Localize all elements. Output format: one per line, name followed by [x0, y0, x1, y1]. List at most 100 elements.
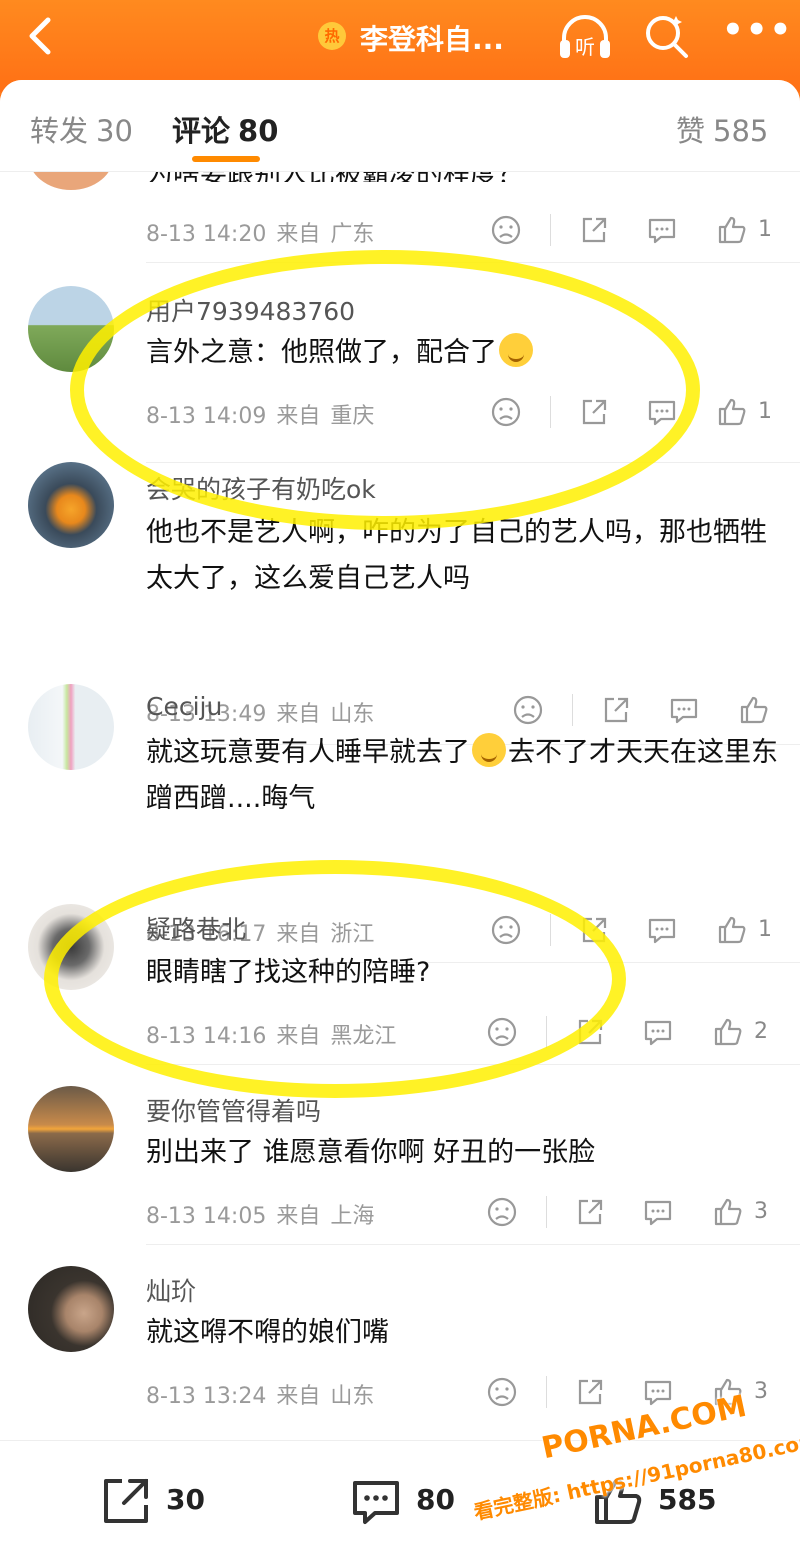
tab-repost[interactable]: 转发 30: [30, 108, 133, 150]
back-icon[interactable]: [20, 14, 60, 58]
like-count: 1: [758, 917, 772, 942]
comment-button[interactable]: 80: [350, 1475, 470, 1531]
comment-text: 就这玩意要有人睡早就去了 去不了才天天在这里东蹭西蹭....晦气: [146, 730, 778, 822]
share-icon[interactable]: [574, 1196, 606, 1228]
like-icon: [595, 1479, 642, 1524]
tab-comment-count: 80: [238, 114, 279, 148]
listen-label: 听: [575, 35, 595, 59]
like-icon[interactable]: [716, 214, 748, 246]
avatar[interactable]: [28, 1086, 114, 1172]
share-icon[interactable]: [578, 914, 610, 946]
comment-icon[interactable]: [646, 396, 678, 428]
tab-repost-count: 30: [96, 114, 133, 148]
avatar[interactable]: [28, 462, 114, 548]
comment-actions: 3: [486, 1196, 786, 1230]
comment-icon: [353, 1481, 399, 1524]
dislike-icon[interactable]: [490, 396, 522, 428]
tab-like-count: 585: [713, 114, 769, 148]
share-icon[interactable]: [578, 214, 610, 246]
tab-comment[interactable]: 评论 80: [172, 108, 278, 150]
comment-meta: 8-13 14:09 来自 重庆: [146, 398, 374, 430]
like-icon[interactable]: [712, 1196, 744, 1228]
comment-username[interactable]: Ceciju: [146, 692, 222, 721]
listen-icon[interactable]: 听: [556, 10, 614, 64]
comment-location: 广东: [330, 222, 375, 247]
share-icon[interactable]: [600, 694, 632, 726]
divider: [146, 262, 800, 263]
avatar[interactable]: [28, 286, 114, 372]
dislike-icon[interactable]: [486, 1016, 518, 1048]
tab-underline: [192, 156, 260, 162]
like-icon[interactable]: [712, 1376, 744, 1408]
page-title[interactable]: 李登科自...: [360, 18, 504, 58]
avatar[interactable]: [28, 684, 114, 770]
comment-text-part: 他也不是艺人啊，咋的为了自己的艺人吗，那也牺牲太大了，这么爱自己艺人吗: [146, 517, 767, 594]
divider: [146, 462, 800, 463]
comment-icon[interactable]: [668, 694, 700, 726]
comment-from: 来自: [276, 222, 321, 247]
comment-icon[interactable]: [642, 1016, 674, 1048]
comment-from: 来自: [276, 922, 321, 947]
more-icon[interactable]: •••: [722, 13, 791, 50]
search-icon[interactable]: [642, 12, 690, 60]
tab-like[interactable]: 赞 585: [676, 108, 768, 150]
comment-from: 来自: [276, 702, 321, 727]
share-icon[interactable]: [574, 1016, 606, 1048]
like-icon[interactable]: [716, 914, 748, 946]
avatar[interactable]: [28, 1266, 114, 1352]
bottom-action-bar: 30 80 585: [0, 1440, 800, 1556]
comment-location: 黑龙江: [330, 1024, 397, 1049]
like-count: 585: [658, 1483, 717, 1516]
comment-from: 来自: [276, 1384, 321, 1409]
tab-comment-label: 评论: [172, 114, 231, 148]
comment-date: 8-13 14:16: [146, 1024, 267, 1049]
divider: [146, 1244, 800, 1245]
tab-like-label: 赞: [676, 114, 706, 148]
comment-actions: 1: [490, 914, 790, 948]
comment-icon[interactable]: [646, 214, 678, 246]
avatar[interactable]: [28, 904, 114, 990]
like-button[interactable]: 585: [592, 1475, 732, 1531]
comment-date: 8-13 13:24: [146, 1384, 267, 1409]
comment-icon[interactable]: [642, 1196, 674, 1228]
share-icon[interactable]: [578, 396, 610, 428]
like-icon[interactable]: [712, 1016, 744, 1048]
hot-icon: 热: [318, 22, 346, 50]
comment-icon[interactable]: [646, 914, 678, 946]
comment-location: 重庆: [330, 404, 375, 429]
comment-text-part: 就这嘚不嘚的娘们嘴: [146, 1317, 389, 1348]
comment-meta: 8-13 14:05 来自 上海: [146, 1198, 374, 1230]
comment-username[interactable]: 会哭的孩子有奶吃ok: [146, 470, 376, 506]
comment-text-part: 眼睛瞎了找这种的陪睡?: [146, 957, 431, 988]
comment-location: 山东: [330, 1384, 375, 1409]
repost-button[interactable]: 30: [100, 1475, 220, 1531]
dislike-icon[interactable]: [490, 914, 522, 946]
dislike-icon[interactable]: [490, 214, 522, 246]
comment-from: 来自: [276, 1024, 321, 1049]
comment-location: 山东: [330, 702, 375, 727]
comment-date: 8-13 14:09: [146, 404, 267, 429]
comment-icon[interactable]: [642, 1376, 674, 1408]
comments-card: 转发30 评论80 赞585 为啥要跟别人比被霸凌的程度？ 8-13 14:20…: [0, 80, 800, 1556]
like-count: 3: [754, 1379, 768, 1404]
comment-meta: 8-13 13:24 来自 山东: [146, 1378, 374, 1410]
like-count: 3: [754, 1199, 768, 1224]
like-icon[interactable]: [716, 396, 748, 428]
divider: [146, 1064, 800, 1065]
dislike-icon[interactable]: [486, 1196, 518, 1228]
like-icon[interactable]: [738, 694, 770, 726]
divider: [550, 214, 551, 246]
like-count: 1: [758, 399, 772, 424]
dislike-icon[interactable]: [486, 1376, 518, 1408]
comment-actions: 1: [490, 396, 790, 430]
comment-username[interactable]: 用户7939483760: [146, 292, 355, 328]
comment-username[interactable]: 疑路巷北: [146, 910, 246, 946]
comment-text: 别出来了 谁愿意看你啊 好丑的一张脸: [146, 1130, 778, 1176]
dislike-icon[interactable]: [512, 694, 544, 726]
comment-date: 8-13 14:20: [146, 222, 267, 247]
repost-count: 30: [166, 1483, 205, 1516]
comment-username[interactable]: 灿玠: [146, 1272, 196, 1308]
share-icon[interactable]: [574, 1376, 606, 1408]
comment-username[interactable]: 要你管管得着吗: [146, 1092, 321, 1128]
divider: [572, 694, 573, 726]
